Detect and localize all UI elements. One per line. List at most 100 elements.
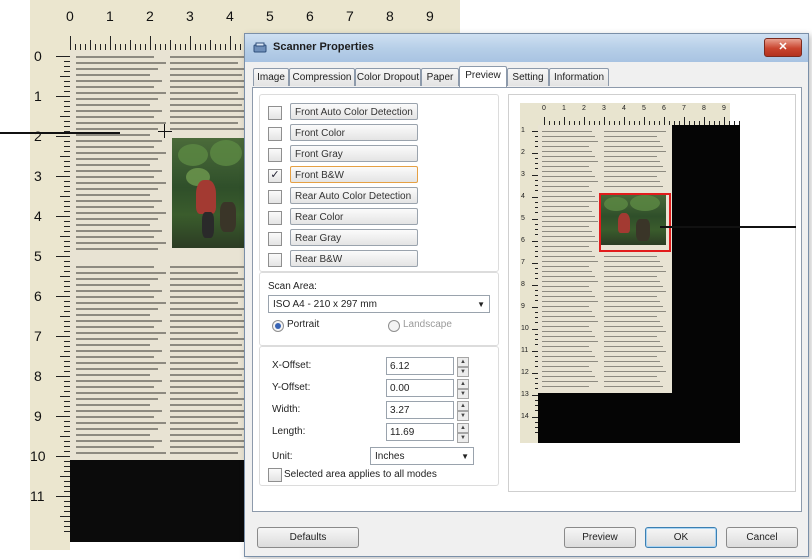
chevron-down-icon: ▼ (477, 300, 485, 309)
preview-area[interactable]: 0123456789 1 2 3 4 5 6 7 8 9 10 11 12 13 14 (508, 94, 796, 492)
spinner-up-icon[interactable]: ▲ (457, 423, 469, 433)
mode-button[interactable]: Front Color (290, 124, 418, 141)
preview-ruler-number: 6 (662, 105, 666, 112)
mode-checkbox[interactable] (268, 148, 282, 162)
mode-button[interactable]: Front B&W (290, 166, 418, 183)
spinner-down-icon[interactable]: ▼ (457, 411, 469, 421)
text-line (542, 376, 595, 377)
spinner[interactable]: ▲ ▼ (457, 401, 469, 421)
text-line (542, 336, 595, 337)
preview-button[interactable]: Preview (564, 527, 636, 548)
text-line (170, 386, 246, 388)
text-line (542, 341, 598, 342)
ruler-tick (230, 36, 231, 50)
cancel-button[interactable]: Cancel (726, 527, 798, 548)
field-input[interactable]: 11.69 (386, 423, 454, 441)
portrait-radio[interactable] (272, 320, 284, 332)
text-line (76, 386, 154, 388)
text-line (76, 188, 158, 190)
tab-image[interactable]: Image (253, 68, 289, 86)
text-line (76, 92, 166, 94)
preview-ruler-number: 10 (521, 325, 529, 332)
spinner[interactable]: ▲ ▼ (457, 357, 469, 377)
text-line (542, 181, 598, 182)
spinner-down-icon[interactable]: ▼ (457, 389, 469, 399)
text-line (170, 284, 242, 286)
field-input[interactable]: 0.00 (386, 379, 454, 397)
text-line (76, 326, 154, 328)
mode-checkbox[interactable] (268, 253, 282, 267)
text-line (542, 371, 592, 372)
text-line (170, 434, 242, 436)
defaults-button[interactable]: Defaults (257, 527, 359, 548)
ruler-tick (584, 117, 585, 125)
spinner-down-icon[interactable]: ▼ (457, 433, 469, 443)
spinner-down-icon[interactable]: ▼ (457, 367, 469, 377)
ruler-tick (544, 117, 545, 125)
mode-button[interactable]: Front Auto Color Detection (290, 103, 418, 120)
text-line (604, 341, 660, 342)
unit-dropdown[interactable]: Inches ▼ (370, 447, 474, 465)
ruler-tick (130, 40, 131, 50)
mode-checkbox[interactable] (268, 232, 282, 246)
spinner[interactable]: ▲ ▼ (457, 379, 469, 399)
tab-paper[interactable]: Paper (421, 68, 459, 86)
text-line (604, 261, 660, 262)
field-label: Length: (272, 426, 306, 437)
text-line (542, 316, 595, 317)
ruler-tick (56, 456, 70, 457)
tab-preview[interactable]: Preview (459, 66, 507, 88)
tab-color-dropout[interactable]: Color Dropout (355, 68, 421, 86)
ruler-number: 0 (66, 8, 74, 24)
mode-checkbox[interactable] (268, 127, 282, 141)
text-line (76, 404, 150, 406)
ruler-number: 5 (266, 8, 274, 24)
mode-checkbox[interactable] (268, 211, 282, 225)
crosshair-mark (158, 131, 172, 132)
tab-compression[interactable]: Compression (289, 68, 355, 86)
spinner-up-icon[interactable]: ▲ (457, 379, 469, 389)
ruler-number: 3 (186, 8, 194, 24)
mode-button[interactable]: Rear Gray (290, 229, 418, 246)
mode-checkbox[interactable]: ✓ (268, 169, 282, 183)
scanner-properties-dialog: Scanner Properties ✕ Image Compression Col… (244, 33, 809, 557)
field-label: Y-Offset: (272, 382, 311, 393)
landscape-radio[interactable] (388, 320, 400, 332)
field-input[interactable]: 6.12 (386, 357, 454, 375)
tab-information[interactable]: Information (549, 68, 609, 86)
scan-area-group: Scan Area: ISO A4 - 210 x 297 mm ▼ Portr… (259, 272, 499, 346)
scanned-page (70, 50, 260, 460)
ok-button[interactable]: OK (645, 527, 717, 548)
text-line (76, 200, 162, 202)
ruler-number: 8 (386, 8, 394, 24)
mode-checkbox[interactable] (268, 106, 282, 120)
text-line (604, 371, 666, 372)
text-line (542, 146, 589, 147)
text-line (542, 276, 595, 277)
close-button[interactable]: ✕ (764, 38, 802, 57)
mode-button[interactable]: Rear Color (290, 208, 418, 225)
text-line (604, 176, 657, 177)
spinner-up-icon[interactable]: ▲ (457, 401, 469, 411)
text-line (76, 440, 162, 442)
text-line (170, 302, 238, 304)
field-input[interactable]: 3.27 (386, 401, 454, 419)
spinner-up-icon[interactable]: ▲ (457, 357, 469, 367)
text-line (170, 98, 250, 100)
text-line (76, 284, 150, 286)
unit-value: Inches (375, 451, 405, 462)
selected-scan-area[interactable] (599, 193, 671, 252)
mode-button[interactable]: Front Gray (290, 145, 418, 162)
spinner[interactable]: ▲ ▼ (457, 423, 469, 443)
mode-button[interactable]: Rear Auto Color Detection (290, 187, 418, 204)
text-line (170, 368, 250, 370)
apply-all-checkbox[interactable] (268, 468, 282, 482)
mode-button[interactable]: Rear B&W (290, 250, 418, 267)
text-line (170, 320, 254, 322)
mode-checkbox[interactable] (268, 190, 282, 204)
text-line (170, 86, 246, 88)
tab-setting[interactable]: Setting (507, 68, 549, 86)
text-line (76, 176, 154, 178)
text-line (542, 256, 595, 257)
scan-area-dropdown[interactable]: ISO A4 - 210 x 297 mm ▼ (268, 295, 490, 313)
